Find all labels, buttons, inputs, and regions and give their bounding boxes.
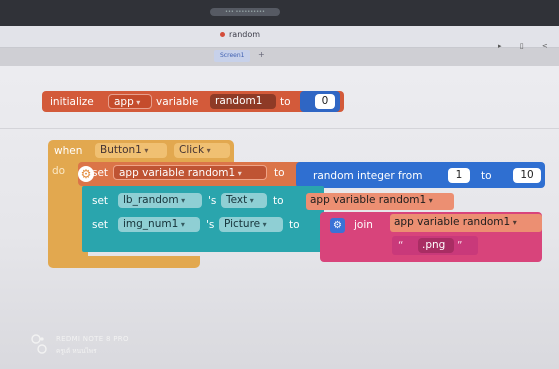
to-label: to bbox=[273, 195, 284, 207]
join-label: join bbox=[354, 219, 373, 231]
add-screen-button[interactable]: + bbox=[258, 50, 265, 59]
random-from-value[interactable]: 1 bbox=[448, 168, 470, 183]
property-dropdown[interactable]: Picture bbox=[219, 217, 283, 232]
set-label: set bbox=[92, 167, 109, 179]
watermark-user-name: ครูเต้ หนนไพร bbox=[56, 347, 97, 355]
address-bar[interactable]: ••• •••••••••• bbox=[210, 8, 280, 16]
possessive-label: 's bbox=[206, 219, 215, 231]
workspace-divider bbox=[0, 128, 559, 129]
to-label: to bbox=[274, 167, 285, 179]
component-dropdown[interactable]: Button1 bbox=[95, 143, 167, 158]
image-component-dropdown[interactable]: img_num1 bbox=[118, 217, 200, 232]
initialize-label: initialize bbox=[50, 96, 94, 108]
project-title: random bbox=[220, 30, 260, 39]
close-quote: ” bbox=[457, 240, 463, 252]
do-label: do bbox=[52, 165, 66, 177]
set-label: set bbox=[92, 195, 109, 207]
open-quote: “ bbox=[398, 240, 404, 252]
when-label: when bbox=[54, 145, 83, 157]
set-variable-dropdown[interactable]: app variable random1 bbox=[113, 165, 267, 180]
scope-dropdown[interactable]: app bbox=[108, 94, 152, 109]
to-label: to bbox=[280, 96, 291, 108]
number-value[interactable]: 0 bbox=[315, 94, 335, 109]
random-integer-label: random integer from bbox=[313, 170, 423, 182]
tab-screen1[interactable]: Screen1 bbox=[214, 50, 251, 62]
gear-icon[interactable]: ⚙ bbox=[330, 218, 345, 233]
project-icon bbox=[220, 32, 225, 37]
window-controls[interactable]: ▸ ▯ < bbox=[498, 42, 556, 50]
text-value[interactable]: .png bbox=[418, 238, 454, 253]
variable-name-field[interactable]: random1 bbox=[210, 94, 276, 109]
dual-camera-icon bbox=[31, 334, 47, 354]
watermark-device-name: REDMI NOTE 8 PRO bbox=[56, 335, 129, 343]
random-to-value[interactable]: 10 bbox=[513, 168, 541, 183]
get-variable-dropdown[interactable]: app variable random1 bbox=[394, 215, 540, 230]
possessive-label: 's bbox=[208, 195, 217, 207]
set-label: set bbox=[92, 219, 109, 231]
project-title-label: random bbox=[229, 30, 261, 39]
random-to-label: to bbox=[481, 170, 492, 182]
property-dropdown[interactable]: Text bbox=[221, 193, 267, 208]
label-component-dropdown[interactable]: lb_random bbox=[118, 193, 202, 208]
event-handler-footer bbox=[48, 256, 200, 268]
to-label: to bbox=[289, 219, 300, 231]
variable-label: variable bbox=[156, 96, 199, 108]
event-dropdown[interactable]: Click bbox=[174, 143, 230, 158]
get-variable-dropdown[interactable]: app variable random1 bbox=[310, 193, 450, 208]
app-header bbox=[0, 26, 559, 48]
